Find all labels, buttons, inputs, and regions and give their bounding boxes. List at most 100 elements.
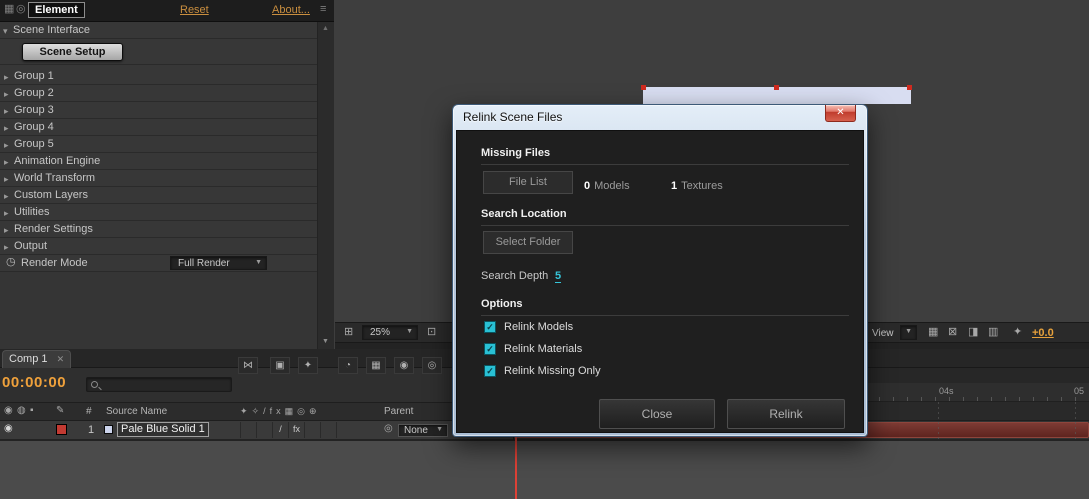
column-parent[interactable]: Parent	[384, 406, 413, 417]
timeline-search[interactable]	[86, 377, 232, 392]
zoom-dropdown[interactable]: 25% ▼	[362, 325, 418, 340]
search-depth-label: Search Depth	[481, 270, 549, 282]
switch-cell[interactable]	[257, 422, 273, 438]
scroll-down-icon[interactable]: ▼	[322, 338, 329, 345]
group-row-1[interactable]: ▸ Group 1	[0, 68, 317, 85]
expand-closed-icon[interactable]: ▸	[4, 225, 9, 236]
hide-shy-icon[interactable]: ◔	[338, 357, 358, 374]
graph-editor-icon[interactable]: ◎	[422, 357, 442, 374]
grid-options-icon[interactable]: ⊞	[344, 327, 353, 338]
effect-name[interactable]: Element	[28, 2, 85, 18]
reset-link[interactable]: Reset	[180, 4, 209, 16]
effect-panel-scrollbar[interactable]: ▲ ▼	[317, 22, 334, 349]
layer-row-1[interactable]: ◉ 1 Pale Blue Solid 1 /fx ◎ None ▼	[0, 421, 514, 440]
relink-button[interactable]: Relink	[727, 399, 845, 429]
chevron-down-icon: ▼	[255, 259, 262, 266]
search-input[interactable]	[101, 379, 229, 390]
tab-close-icon[interactable]: ✕	[57, 354, 65, 364]
frame-blend-icon[interactable]: ▦	[366, 357, 386, 374]
textures-counter: 1 Textures	[671, 176, 723, 194]
fx-switch[interactable]: fx	[289, 422, 305, 438]
panel-menu-icon[interactable]: ≡	[320, 4, 326, 15]
mini-flowchart-icon[interactable]: ⋈	[238, 357, 258, 374]
switch-cell[interactable]	[321, 422, 337, 438]
resolution-icon[interactable]: ▥	[988, 327, 998, 338]
layer-color-swatch[interactable]	[56, 424, 67, 435]
search-location-heading: Search Location	[481, 208, 567, 220]
expand-closed-icon[interactable]: ▸	[4, 208, 9, 219]
expand-closed-icon[interactable]: ▸	[4, 140, 9, 151]
file-list-button[interactable]: File List	[483, 171, 573, 194]
scene-interface-row[interactable]: ▾ Scene Interface	[0, 22, 317, 39]
expand-closed-icon[interactable]: ▸	[4, 123, 9, 134]
group-row-2[interactable]: ▸ Group 2	[0, 85, 317, 102]
selection-handle[interactable]	[774, 85, 779, 90]
expand-closed-icon[interactable]: ▸	[4, 106, 9, 117]
selection-handle[interactable]	[907, 85, 912, 90]
dialog-close-button[interactable]: ✕	[825, 105, 856, 122]
expand-closed-icon[interactable]: ▸	[4, 157, 9, 168]
draft-3d-icon[interactable]: ✦	[298, 357, 318, 374]
expand-closed-icon[interactable]: ▸	[4, 242, 9, 253]
relink-materials-checkbox[interactable]: ✓	[484, 343, 496, 355]
exposure-value[interactable]: +0.0	[1032, 327, 1054, 339]
expand-closed-icon[interactable]: ▸	[4, 89, 9, 100]
snapshot-icon[interactable]: ⊠	[948, 327, 957, 338]
dialog-title: Relink Scene Files	[463, 110, 563, 124]
search-icon	[91, 381, 98, 388]
relink-models-checkbox[interactable]: ✓	[484, 321, 496, 333]
column-number: #	[86, 406, 92, 417]
quality-switch[interactable]: /	[273, 422, 289, 438]
expand-closed-icon[interactable]: ▸	[4, 191, 9, 202]
expand-closed-icon[interactable]: ▸	[4, 174, 9, 185]
current-timecode[interactable]: 00:00:00	[2, 374, 66, 391]
selection-handle[interactable]	[641, 85, 646, 90]
relink-missing-only-checkbox[interactable]: ✓	[484, 365, 496, 377]
fast-preview-icon[interactable]: ✦	[1013, 327, 1022, 338]
about-link[interactable]: About...	[272, 4, 310, 16]
utilities-row[interactable]: ▸ Utilities	[0, 204, 317, 221]
group-row-4[interactable]: ▸ Group 4	[0, 119, 317, 136]
scroll-up-icon[interactable]: ▲	[322, 25, 329, 32]
switch-cell[interactable]	[241, 422, 257, 438]
roi-icon[interactable]: ⊡	[427, 327, 436, 338]
select-folder-button[interactable]: Select Folder	[483, 231, 573, 254]
group-row-3[interactable]: ▸ Group 3	[0, 102, 317, 119]
ruler-label-4s: 04s	[939, 386, 954, 396]
view-dropdown[interactable]: ▼	[900, 325, 917, 340]
tab-comp1[interactable]: Comp 1 ✕	[2, 350, 72, 368]
motion-blur-icon[interactable]: ◉	[394, 357, 414, 374]
live-update-icon[interactable]: ▣	[270, 357, 290, 374]
relink-materials-label: Relink Materials	[504, 343, 583, 355]
custom-layers-row[interactable]: ▸ Custom Layers	[0, 187, 317, 204]
channels-icon[interactable]: ◨	[968, 327, 978, 338]
zoom-value: 25%	[370, 327, 391, 338]
expand-open-icon[interactable]: ▾	[3, 26, 8, 37]
render-mode-dropdown[interactable]: Full Render ▼	[170, 256, 267, 270]
panel-grid-icon: ▦	[4, 3, 15, 15]
close-x-icon: ✕	[836, 107, 845, 118]
parent-dropdown[interactable]: None ▼	[398, 424, 448, 437]
render-settings-row[interactable]: ▸ Render Settings	[0, 221, 317, 238]
close-button[interactable]: Close	[599, 399, 715, 429]
stopwatch-icon[interactable]: ◷	[6, 257, 16, 268]
pickwhip-icon[interactable]: ◎	[384, 424, 393, 434]
render-mode-row: ◷ Render Mode Full Render ▼	[0, 255, 317, 272]
view-layout-icon[interactable]: ▦	[928, 327, 938, 338]
expand-closed-icon[interactable]: ▸	[4, 72, 9, 83]
world-transform-row[interactable]: ▸ World Transform	[0, 170, 317, 187]
ruler-label-5s: 05	[1074, 386, 1085, 396]
switch-cell[interactable]	[305, 422, 321, 438]
tab-label: Comp 1	[9, 353, 48, 365]
scene-setup-button[interactable]: Scene Setup	[22, 43, 123, 61]
view-label: View	[872, 328, 894, 339]
output-row[interactable]: ▸ Output	[0, 238, 317, 255]
search-depth-value[interactable]: 5	[555, 270, 562, 283]
layer-name[interactable]: Pale Blue Solid 1	[117, 422, 209, 437]
relink-scene-files-dialog: Relink Scene Files ✕ Missing Files File …	[452, 104, 868, 437]
effect-controls-panel: ▦ ◎ Element Reset About... ≡ ▾ Scene Int…	[0, 0, 334, 349]
group-row-5[interactable]: ▸ Group 5	[0, 136, 317, 153]
animation-engine-row[interactable]: ▸ Animation Engine	[0, 153, 317, 170]
column-source-name[interactable]: Source Name	[106, 406, 167, 417]
layer-eye-icon[interactable]: ◉	[4, 424, 13, 434]
